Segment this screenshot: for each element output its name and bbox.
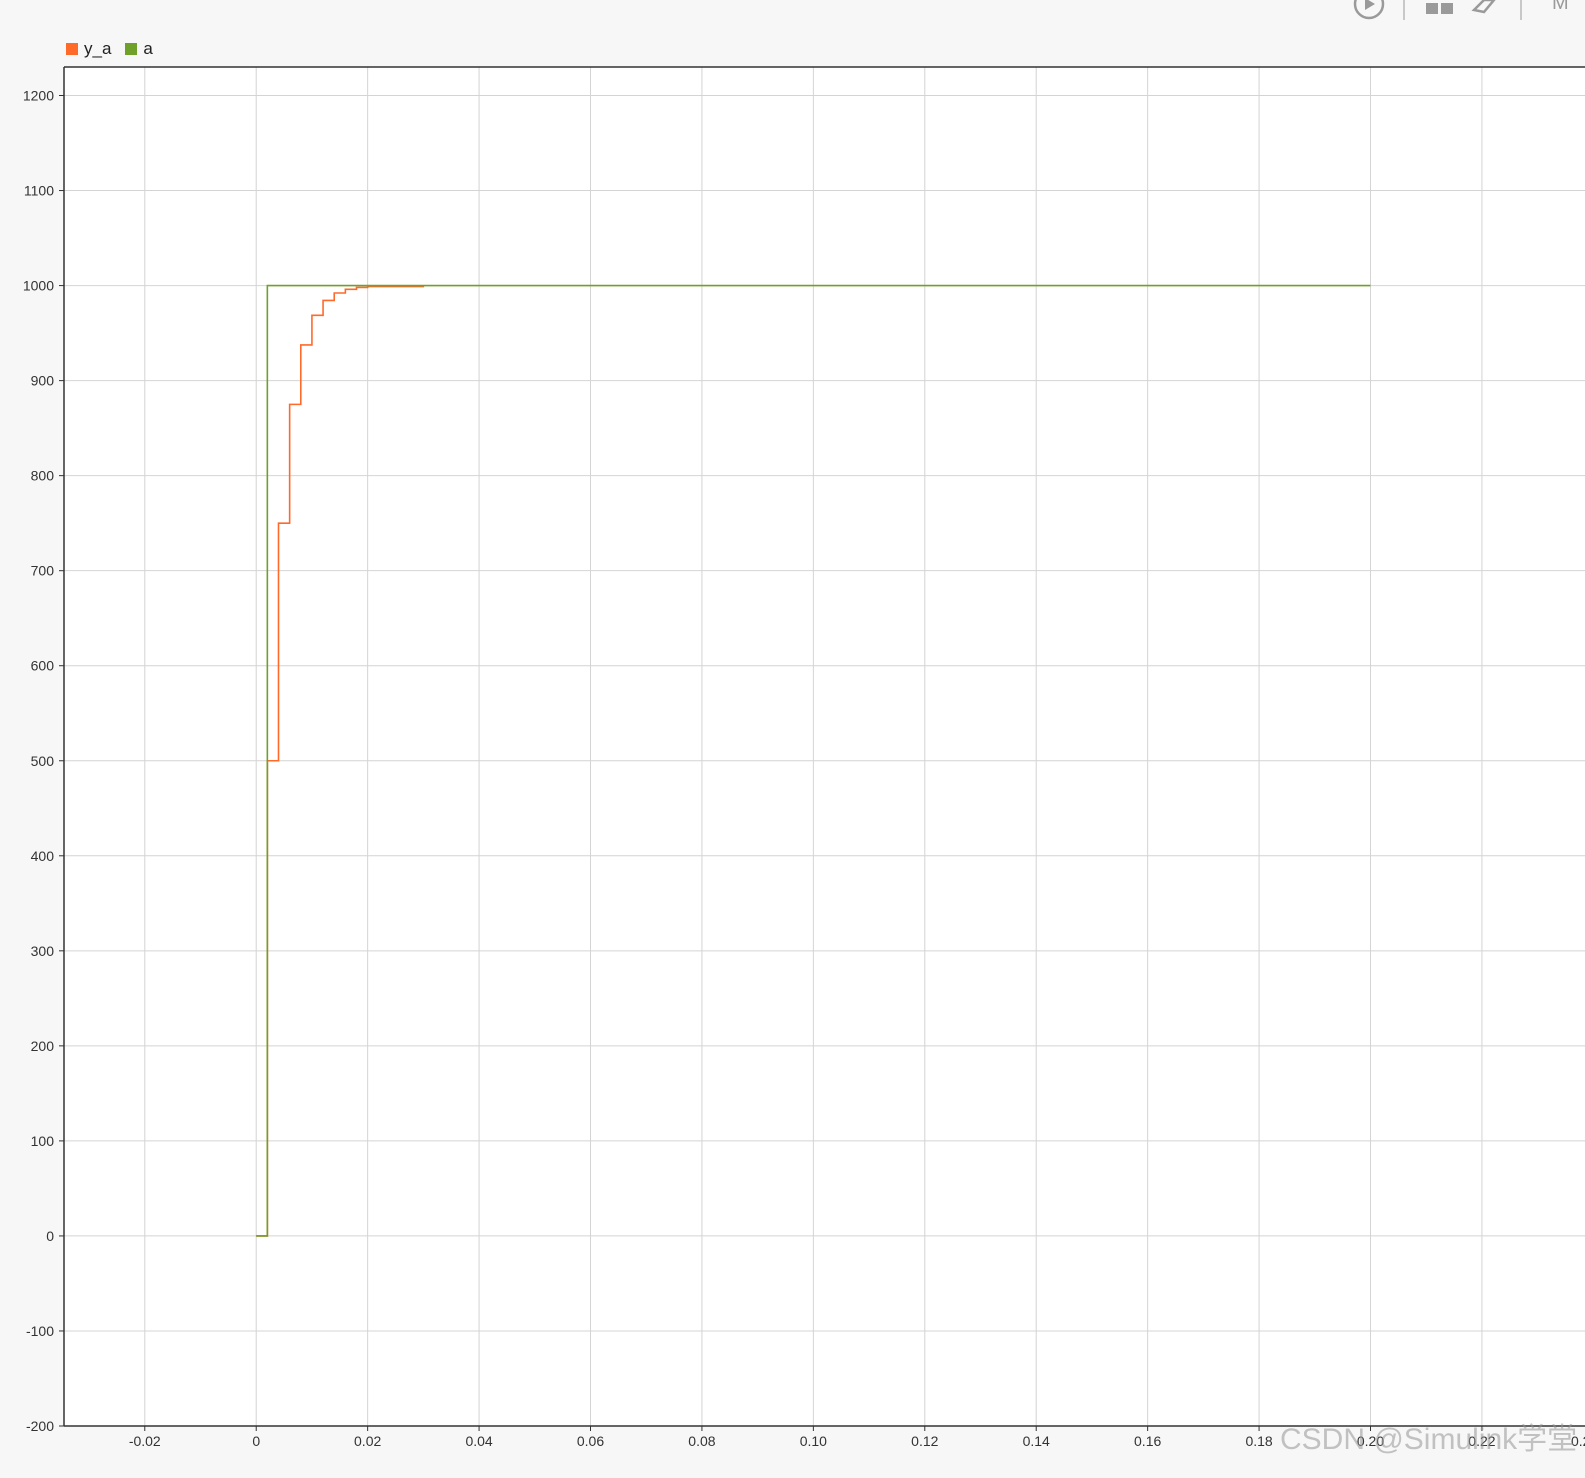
- y-tick-label: -100: [26, 1323, 54, 1339]
- x-tick-label: 0.16: [1134, 1433, 1161, 1449]
- y-tick-label: 100: [31, 1133, 55, 1149]
- x-tick-label: 0.08: [688, 1433, 715, 1449]
- y-tick-label: 1100: [24, 183, 54, 199]
- y-tick-label: 700: [31, 563, 55, 579]
- x-tick-label: 0.02: [354, 1433, 381, 1449]
- y-tick-label: 900: [31, 373, 55, 389]
- x-tick-label: 0.14: [1023, 1433, 1050, 1449]
- x-tick-label: 0.18: [1245, 1433, 1272, 1449]
- y-tick-label: 200: [31, 1038, 55, 1054]
- x-tick-label: 0: [252, 1433, 260, 1449]
- x-tick-label: -0.02: [129, 1433, 161, 1449]
- x-tick-label: 0.10: [800, 1433, 827, 1449]
- y-tick-label: -200: [26, 1418, 54, 1434]
- y-tick-label: 600: [31, 658, 55, 674]
- y-tick-label: 500: [31, 753, 55, 769]
- x-tick-label: 0.04: [465, 1433, 492, 1449]
- y-tick-label: 1000: [23, 278, 54, 294]
- plot-background: [64, 67, 1585, 1426]
- y-tick-label: 300: [31, 943, 55, 959]
- plot-area[interactable]: -200 -100 0 100 200 300 400 500 600 700 800 900 1000…: [0, 0, 1585, 1478]
- watermark: CSDN @Simulink学堂: [1280, 1423, 1578, 1456]
- y-tick-label: 400: [31, 848, 55, 864]
- x-tick-label: 0.06: [577, 1433, 604, 1449]
- x-tick-label: 0.12: [911, 1433, 938, 1449]
- y-tick-label: 0: [46, 1228, 54, 1244]
- y-tick-label: 1200: [23, 88, 54, 104]
- y-tick-label: 800: [31, 468, 55, 484]
